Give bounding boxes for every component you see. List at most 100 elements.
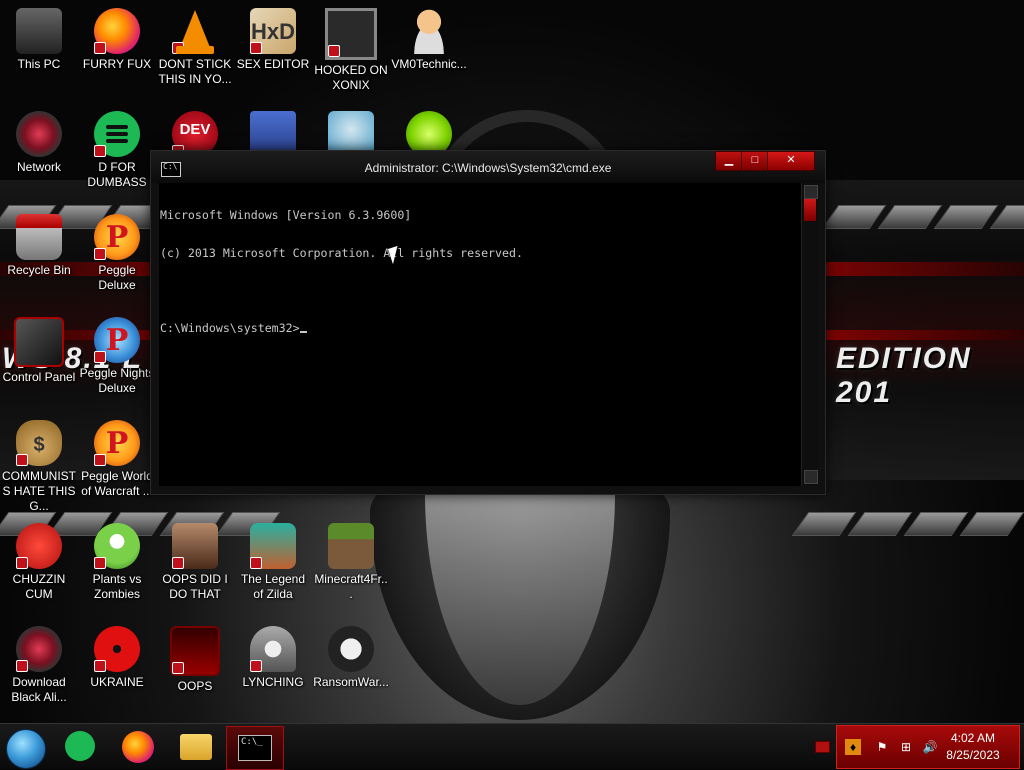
text-cursor bbox=[299, 330, 307, 333]
desktop-icon-label: FURRY FUX bbox=[82, 57, 152, 71]
scroll-up-button[interactable] bbox=[804, 185, 818, 199]
desktop-icon-label: OOPS bbox=[177, 679, 213, 693]
desktop-icon-black-ali[interactable]: Download Black Ali... bbox=[0, 618, 78, 705]
desktop-icon-vm0technic[interactable]: VM0Technic... bbox=[390, 0, 468, 72]
desktop-icon-peggle-wow[interactable]: P Peggle World of Warcraft ... bbox=[78, 412, 156, 499]
flag-icon[interactable]: ⚑ bbox=[874, 739, 890, 755]
desktop-icon-label: OOPS DID I DO THAT bbox=[162, 572, 228, 601]
desktop-icon-label: HOOKED ON XONIX bbox=[314, 63, 388, 92]
taskbar-file-explorer[interactable] bbox=[176, 728, 216, 766]
firefox-icon bbox=[122, 731, 154, 763]
start-button[interactable] bbox=[6, 729, 46, 769]
desktop-icon-limewire[interactable] bbox=[390, 103, 468, 157]
taskbar-spotify[interactable] bbox=[60, 728, 100, 766]
desktop-icon-peggle-deluxe[interactable]: P Peggle Deluxe bbox=[78, 206, 156, 293]
network-icon bbox=[16, 111, 62, 157]
cmd-icon: C:\_ bbox=[238, 735, 272, 761]
desktop-icon-label: DONT STICK THIS IN YO... bbox=[158, 57, 232, 86]
shortcut-arrow-icon bbox=[172, 42, 184, 54]
minimize-button[interactable]: ▁ bbox=[715, 151, 743, 171]
shortcut-arrow-icon bbox=[94, 557, 106, 569]
minecraft-icon bbox=[328, 523, 374, 569]
desktop-icon-label: Network bbox=[16, 160, 61, 174]
tray-app-icon[interactable]: ♦ bbox=[845, 739, 861, 755]
shortcut-arrow-icon bbox=[16, 454, 28, 466]
desktop-icon-this-pc[interactable]: This PC bbox=[0, 0, 78, 72]
cmd-titlebar[interactable]: C:\ Administrator: C:\Windows\System32\c… bbox=[151, 151, 825, 183]
vertical-scrollbar[interactable] bbox=[801, 183, 818, 486]
desktop-icon-oops[interactable]: OOPS bbox=[156, 618, 234, 694]
console-output[interactable]: Microsoft Windows [Version 6.3.9600] (c)… bbox=[159, 183, 801, 486]
user-icon bbox=[406, 8, 452, 54]
peggle-nights-icon: P bbox=[94, 317, 140, 363]
clock[interactable]: 4:02 AM 8/25/2023 bbox=[935, 730, 1011, 764]
desktop-icon-label: CHUZZIN CUM bbox=[12, 572, 66, 601]
maximize-button[interactable]: □ bbox=[741, 151, 769, 171]
desktop-icon-network[interactable]: Network bbox=[0, 103, 78, 175]
shortcut-arrow-icon bbox=[94, 351, 106, 363]
desktop-icon-ransomware[interactable]: RansomWar... bbox=[312, 618, 390, 690]
zelda-icon bbox=[250, 523, 296, 569]
desktop-icon-peggle-nights[interactable]: P Peggle Nights Deluxe bbox=[78, 309, 156, 396]
desktop-icon-vlc[interactable]: DONT STICK THIS IN YO... bbox=[156, 0, 234, 87]
control-panel-icon bbox=[14, 317, 64, 367]
desktop-icon-minecraft[interactable]: Minecraft4Fr... bbox=[312, 515, 390, 602]
spotify-icon bbox=[65, 731, 95, 761]
desktop-icon-recycle-bin[interactable]: Recycle Bin bbox=[0, 206, 78, 278]
peggle-icon: P bbox=[94, 214, 140, 260]
desktop-icon-label: UKRAINE bbox=[90, 675, 144, 689]
peggle-wow-icon: P bbox=[94, 420, 140, 466]
wallpaper-stripes bbox=[791, 512, 1024, 542]
desktop-icon-oops-did-i[interactable]: OOPS DID I DO THAT bbox=[156, 515, 234, 602]
desktop-icon-label: D FOR DUMBASS bbox=[87, 160, 147, 189]
plants-vs-zombies-icon bbox=[94, 523, 140, 569]
shortcut-arrow-icon bbox=[94, 42, 106, 54]
wallpaper-stripes bbox=[821, 205, 1024, 235]
desktop-icon-label: VM0Technic... bbox=[391, 57, 467, 71]
hex-editor-icon: HxD bbox=[250, 8, 296, 54]
network-icon[interactable]: ⊞ bbox=[898, 739, 914, 755]
chuzzle-icon bbox=[16, 523, 62, 569]
desktop-icon-card[interactable] bbox=[234, 103, 312, 157]
desktop-icon-control-panel[interactable]: Control Panel bbox=[0, 309, 78, 385]
taskbar-firefox[interactable] bbox=[118, 728, 158, 766]
desktop-icon-label: Peggle Nights Deluxe bbox=[79, 366, 155, 395]
scroll-thumb[interactable] bbox=[804, 199, 816, 221]
desktop-icon-label: The Legend of Zilda bbox=[240, 572, 306, 601]
firefox-icon bbox=[94, 8, 140, 54]
show-hidden-icons-button[interactable] bbox=[815, 741, 830, 753]
desktop-icon-chuzzle[interactable]: CHUZZIN CUM bbox=[0, 515, 78, 602]
shortcut-arrow-icon bbox=[94, 660, 106, 672]
console-line: Microsoft Windows [Version 6.3.9600] bbox=[160, 208, 412, 222]
scroll-down-button[interactable] bbox=[804, 470, 818, 484]
desktop-icon-ukraine[interactable]: UKRAINE bbox=[78, 618, 156, 690]
vlc-icon bbox=[172, 8, 218, 54]
desktop-icon-furry-fux[interactable]: FURRY FUX bbox=[78, 0, 156, 72]
desktop-icon-label: LYNCHING bbox=[242, 675, 304, 689]
desktop-icon-label: Plants vs Zombies bbox=[92, 572, 142, 601]
desktop-icon-label: Minecraft4Fr... bbox=[314, 572, 388, 601]
desktop-icon-zilda[interactable]: The Legend of Zilda bbox=[234, 515, 312, 602]
desktop-icon-santa[interactable] bbox=[312, 103, 390, 157]
spotify-icon bbox=[94, 111, 140, 157]
desktop-icon-lynching[interactable]: LYNCHING bbox=[234, 618, 312, 690]
desktop-icon-dev-cpp[interactable]: DEV bbox=[156, 103, 234, 157]
desktop-icon-plants-vs-zombies[interactable]: Plants vs Zombies bbox=[78, 515, 156, 602]
desktop-icon-hex-editor[interactable]: HxD SEX EDITOR bbox=[234, 0, 312, 72]
desktop-icon-label: COMMUNISTS HATE THIS G... bbox=[2, 469, 76, 513]
desktop-icon-xonix[interactable]: HOOKED ON XONIX bbox=[312, 0, 390, 93]
desktop-icon-label: Download Black Ali... bbox=[11, 675, 67, 704]
shortcut-arrow-icon bbox=[250, 42, 262, 54]
console-line: (c) 2013 Microsoft Corporation. All righ… bbox=[160, 245, 523, 260]
console-prompt: C:\Windows\system32> bbox=[160, 320, 300, 335]
desktop-icon-spotify[interactable]: D FOR DUMBASS bbox=[78, 103, 156, 190]
desktop-icon-label: Peggle World of Warcraft ... bbox=[81, 469, 153, 498]
folder-icon bbox=[180, 734, 212, 760]
desktop-icon-communists[interactable]: $ COMMUNISTS HATE THIS G... bbox=[0, 412, 78, 514]
cmd-window[interactable]: C:\ Administrator: C:\Windows\System32\c… bbox=[150, 150, 826, 495]
close-button[interactable]: ✕ bbox=[767, 151, 815, 171]
recycle-bin-icon bbox=[16, 214, 62, 260]
maze-game-icon bbox=[325, 8, 377, 60]
taskbar-command-prompt[interactable]: C:\_ bbox=[226, 726, 284, 770]
wallpaper-text: EDITION 201 bbox=[836, 342, 972, 409]
